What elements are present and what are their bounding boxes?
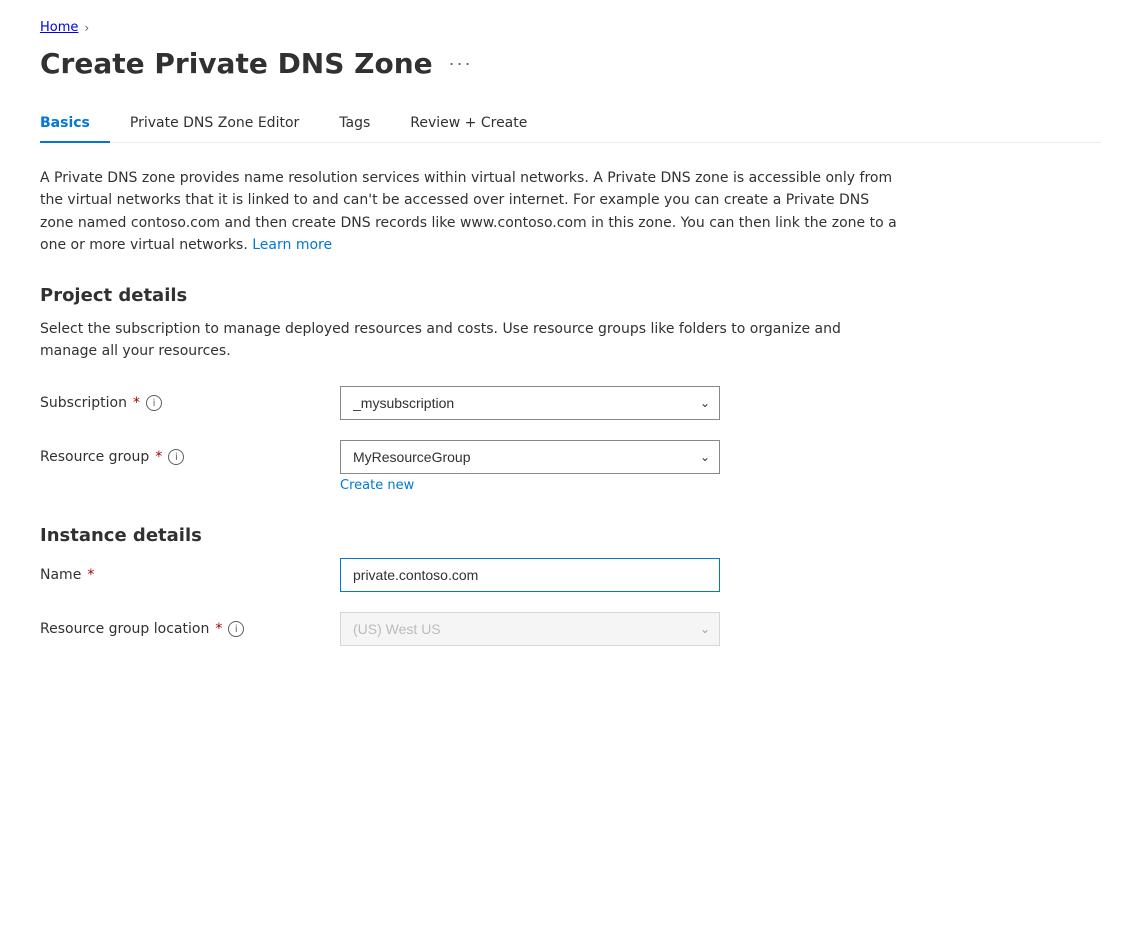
info-text: A Private DNS zone provides name resolut…	[40, 167, 900, 257]
project-details-description: Select the subscription to manage deploy…	[40, 318, 900, 363]
instance-details-section: Instance details Name * Resource group l…	[40, 525, 1101, 646]
page-title: Create Private DNS Zone	[40, 47, 433, 80]
ellipsis-button[interactable]: ···	[445, 49, 477, 78]
location-info-icon[interactable]: i	[228, 621, 244, 637]
subscription-select[interactable]: _mysubscription	[340, 386, 720, 420]
breadcrumb-separator: ›	[84, 21, 89, 35]
location-label-text: Resource group location	[40, 621, 209, 637]
subscription-select-wrapper: _mysubscription ⌄	[340, 386, 720, 420]
instance-details-title: Instance details	[40, 525, 1101, 546]
name-label: Name *	[40, 567, 320, 583]
subscription-label: Subscription * i	[40, 395, 320, 411]
breadcrumb-home[interactable]: Home	[40, 20, 78, 35]
tabs-container: Basics Private DNS Zone Editor Tags Revi…	[40, 104, 1101, 143]
location-required: *	[215, 621, 222, 637]
subscription-info-icon[interactable]: i	[146, 395, 162, 411]
subscription-required: *	[133, 395, 140, 411]
location-row: Resource group location * i (US) West US…	[40, 612, 1101, 646]
resource-group-info-icon[interactable]: i	[168, 449, 184, 465]
subscription-row: Subscription * i _mysubscription ⌄	[40, 386, 1101, 420]
resource-group-row: Resource group * i MyResourceGroup ⌄	[40, 440, 1101, 474]
project-details-section: Project details Select the subscription …	[40, 285, 1101, 494]
resource-group-block: Resource group * i MyResourceGroup ⌄ Cre…	[40, 440, 1101, 493]
location-select: (US) West US	[340, 612, 720, 646]
learn-more-link[interactable]: Learn more	[252, 237, 332, 253]
page-title-row: Create Private DNS Zone ···	[40, 47, 1101, 80]
create-new-link[interactable]: Create new	[340, 478, 414, 493]
subscription-label-text: Subscription	[40, 395, 127, 411]
location-label: Resource group location * i	[40, 621, 320, 637]
resource-group-required: *	[155, 449, 162, 465]
resource-group-select-wrapper: MyResourceGroup ⌄	[340, 440, 720, 474]
tab-tags[interactable]: Tags	[319, 105, 390, 143]
tab-dns-zone-editor[interactable]: Private DNS Zone Editor	[110, 105, 319, 143]
name-input[interactable]	[340, 558, 720, 592]
name-required: *	[87, 567, 94, 583]
location-select-wrapper: (US) West US ⌄	[340, 612, 720, 646]
name-label-text: Name	[40, 567, 81, 583]
project-details-title: Project details	[40, 285, 1101, 306]
breadcrumb: Home ›	[40, 20, 1101, 35]
resource-group-select[interactable]: MyResourceGroup	[340, 440, 720, 474]
resource-group-label-text: Resource group	[40, 449, 149, 465]
name-row: Name *	[40, 558, 1101, 592]
tab-review-create[interactable]: Review + Create	[390, 105, 547, 143]
tab-basics[interactable]: Basics	[40, 105, 110, 143]
resource-group-label: Resource group * i	[40, 449, 320, 465]
